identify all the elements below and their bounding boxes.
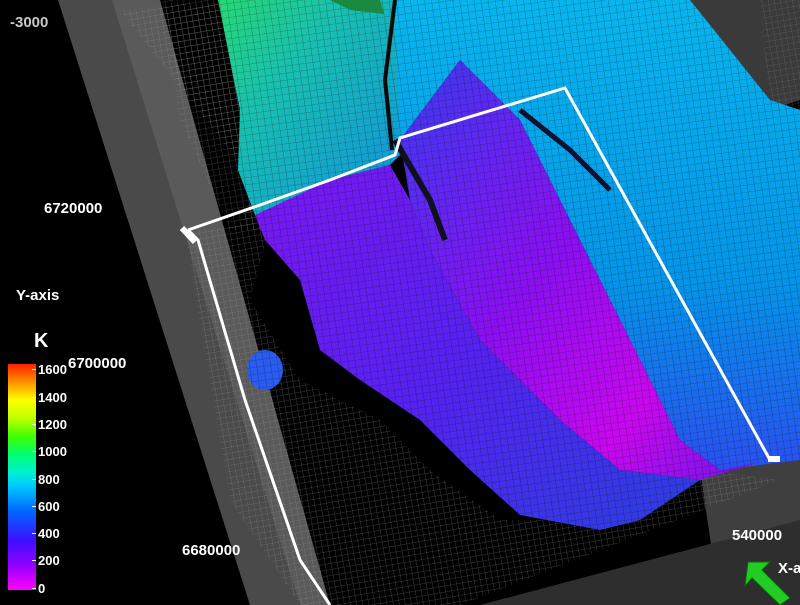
colorbar-tick-label: 800 — [32, 472, 60, 487]
y-axis-title: Y-axis — [16, 287, 60, 304]
colorbar-tick-label: 200 — [32, 553, 60, 568]
3d-viewport[interactable]: -3000 6720000 6700000 6680000 Y-axis 540… — [0, 0, 800, 605]
color-legend: K 1600 1400 1200 1000 800 600 400 200 0 — [4, 330, 84, 600]
y-axis-tick-label: 6720000 — [44, 200, 103, 217]
colorbar-tick-label: 600 — [32, 499, 60, 514]
legend-title: K — [34, 330, 49, 352]
colorbar-tick-label: 1000 — [32, 444, 67, 459]
x-axis-title: X-a — [778, 560, 800, 577]
z-axis-tick-label: -3000 — [10, 14, 49, 31]
colorbar-tick-label: 1400 — [32, 390, 67, 405]
x-axis-tick-label: 540000 — [732, 527, 783, 544]
colorbar-tick-label: 400 — [32, 526, 60, 541]
colorbar-tick-label: 1600 — [32, 362, 67, 377]
colorbar-tick-label: 1200 — [32, 417, 67, 432]
y-axis-tick-label: 6680000 — [182, 542, 241, 559]
reservoir-scene[interactable] — [0, 0, 800, 605]
colorbar-tick-label: 0 — [31, 581, 46, 596]
